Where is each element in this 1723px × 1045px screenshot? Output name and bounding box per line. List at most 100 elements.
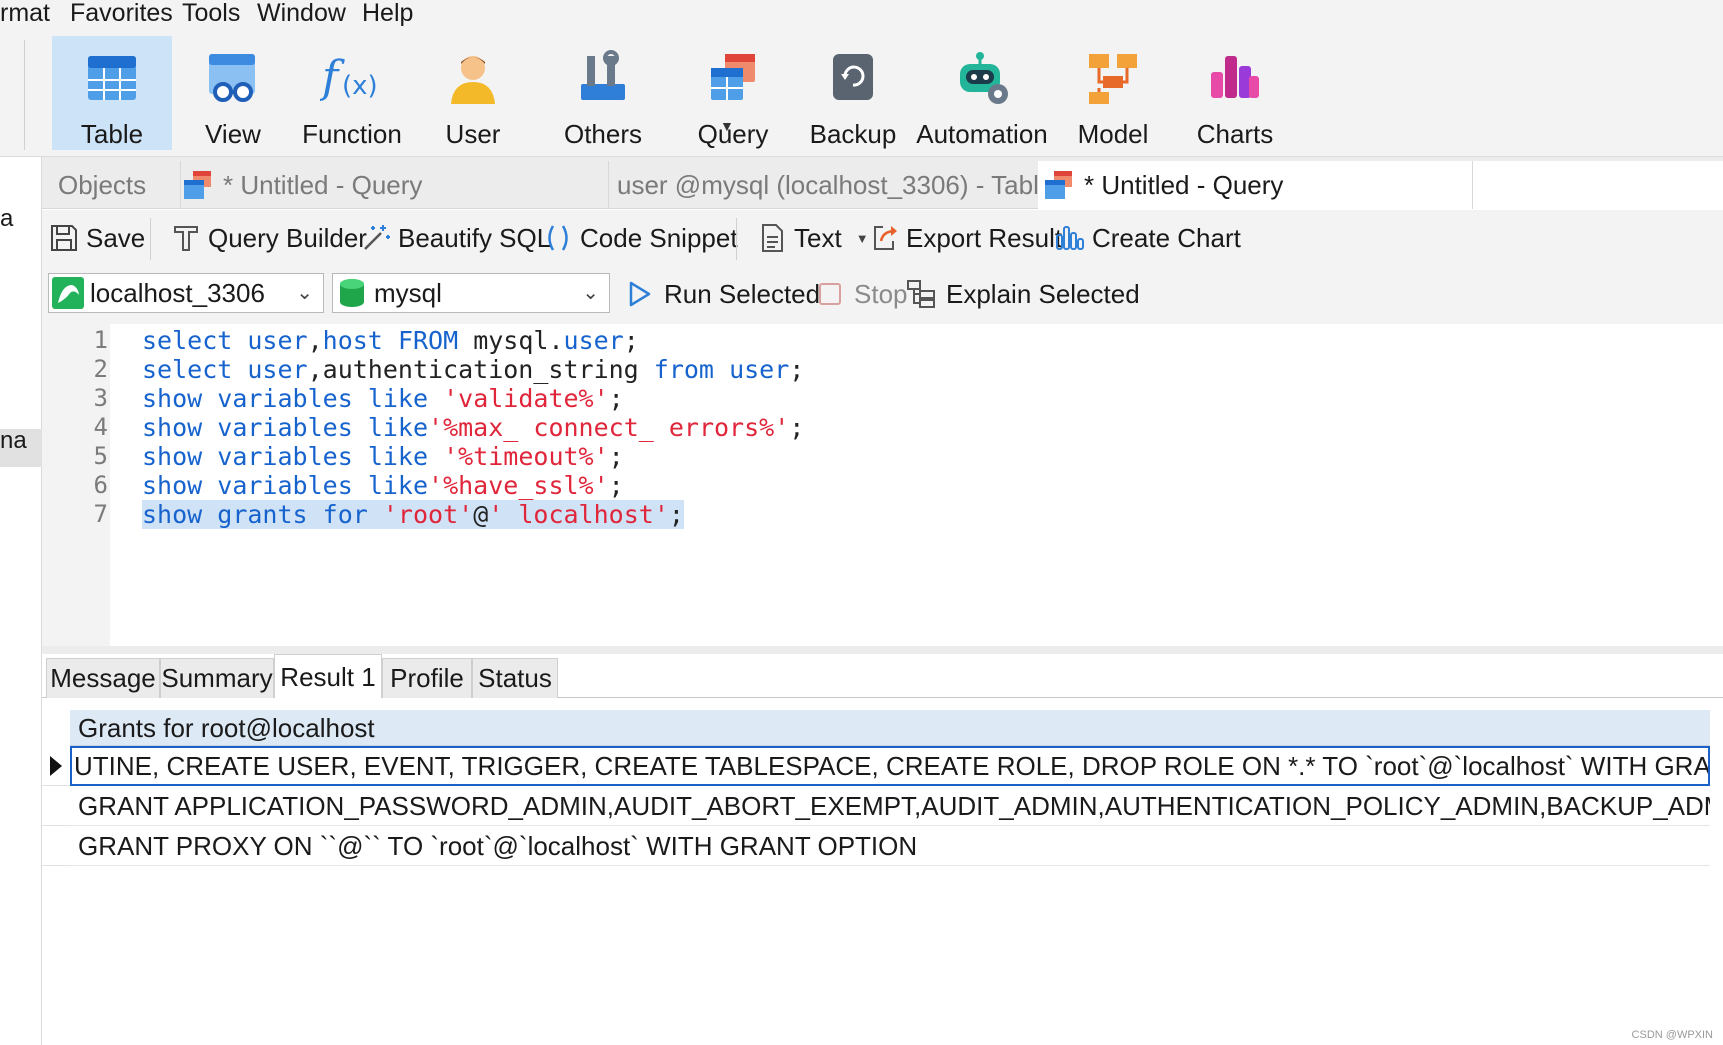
code-line[interactable]: select user,authentication_string from u… bbox=[142, 355, 804, 384]
sql-keyword: show bbox=[142, 442, 203, 471]
row-selector[interactable] bbox=[42, 746, 70, 786]
result-grid[interactable]: Grants for root@localhost UTINE, CREATE … bbox=[42, 698, 1723, 1045]
sql-string: '%timeout%' bbox=[443, 442, 609, 471]
editor-result-splitter[interactable] bbox=[42, 646, 1723, 654]
row-selector[interactable] bbox=[42, 786, 70, 826]
tab-user-table[interactable]: user @mysql (localhost_3306) - Table bbox=[608, 161, 1038, 209]
result-tabs: Message Summary Result 1 Profile Status bbox=[42, 654, 1723, 699]
beautify-sql-label: Beautify SQL bbox=[398, 222, 552, 253]
play-icon bbox=[624, 278, 656, 310]
table-row[interactable]: GRANT PROXY ON ``@`` TO `root`@`localhos… bbox=[70, 826, 1710, 866]
sql-text: ; bbox=[623, 326, 639, 355]
code-line[interactable]: show grants for 'root'@' localhost'; bbox=[142, 500, 684, 529]
run-selected-label: Run Selected bbox=[664, 278, 821, 309]
sql-keyword: show bbox=[142, 471, 203, 500]
ribbon-model-button[interactable]: Model bbox=[1058, 36, 1168, 150]
row-selector[interactable] bbox=[42, 826, 70, 866]
create-chart-button[interactable]: Create Chart bbox=[1054, 218, 1241, 258]
menu-favorites[interactable]: Favorites bbox=[70, 0, 173, 26]
view-icon bbox=[201, 46, 265, 109]
chart-icon bbox=[1054, 222, 1086, 254]
navigator-item-fragment[interactable]: a bbox=[0, 205, 13, 233]
export-result-button[interactable]: Export Result bbox=[868, 218, 1062, 258]
text-dropdown-button[interactable]: Text ▼ bbox=[756, 218, 869, 258]
tab-untitled-query-2[interactable]: * Untitled - Query bbox=[1038, 161, 1472, 209]
menu-help[interactable]: Help bbox=[362, 0, 413, 26]
sql-keyword: like bbox=[367, 442, 429, 471]
connection-select[interactable]: localhost_3306 ⌄ bbox=[48, 273, 324, 313]
sql-keyword: from bbox=[653, 355, 714, 384]
automation-icon bbox=[950, 46, 1014, 109]
column-header-grants[interactable]: Grants for root@localhost bbox=[70, 710, 1710, 746]
tab-label: * Untitled - Query bbox=[1084, 169, 1284, 200]
export-result-label: Export Result bbox=[906, 222, 1063, 253]
ribbon-automation-button[interactable]: Automation bbox=[912, 36, 1052, 150]
ribbon-query-button[interactable]: Query bbox=[678, 36, 788, 150]
ribbon-others-button[interactable]: Others bbox=[548, 36, 658, 150]
query-builder-button[interactable]: Query Builder bbox=[170, 218, 367, 258]
sql-keyword: FROM bbox=[397, 326, 459, 355]
ribbon-view-button[interactable]: View bbox=[178, 36, 288, 150]
query-icon bbox=[184, 171, 211, 199]
sql-keyword: like bbox=[367, 413, 429, 442]
code-line[interactable]: show variables like'%max_ connect_ error… bbox=[142, 413, 804, 442]
beautify-sql-button[interactable]: Beautify SQL bbox=[360, 218, 551, 258]
menu-format[interactable]: rmat bbox=[0, 0, 50, 26]
sql-editor[interactable]: 1234567 select user,host FROM mysql.user… bbox=[42, 324, 1723, 646]
stop-button[interactable]: Stop bbox=[814, 274, 908, 314]
sql-keyword: user bbox=[563, 326, 624, 355]
database-select[interactable]: mysql ⌄ bbox=[332, 273, 610, 313]
sql-keyword: grants bbox=[217, 500, 308, 529]
current-row-indicator-icon bbox=[50, 756, 62, 776]
mysql-connection-icon bbox=[52, 277, 84, 309]
sql-text: ; bbox=[608, 442, 624, 471]
ribbon-backup-button[interactable]: Backup bbox=[798, 36, 908, 150]
sql-text: ; bbox=[789, 413, 805, 442]
sql-string: 'validate%' bbox=[443, 384, 609, 413]
ribbon-others-label: Others bbox=[563, 119, 643, 149]
tab-result-1[interactable]: Result 1 bbox=[274, 654, 382, 699]
sql-string: ' localhost' bbox=[488, 500, 669, 529]
line-number: 5 bbox=[93, 442, 108, 470]
navigator-panel[interactable]: a na bbox=[0, 157, 42, 1045]
code-line[interactable]: show variables like '%timeout%'; bbox=[142, 442, 624, 471]
tab-status[interactable]: Status bbox=[472, 658, 558, 698]
tab-objects[interactable]: Objects bbox=[58, 161, 168, 209]
save-button[interactable]: Save bbox=[48, 218, 145, 258]
ribbon-charts-button[interactable]: Charts bbox=[1180, 36, 1290, 150]
tab-untitled-query-1[interactable]: * Untitled - Query bbox=[180, 161, 600, 209]
tab-strip-empty bbox=[1472, 161, 1723, 209]
line-number: 4 bbox=[93, 413, 108, 441]
ribbon-function-button[interactable]: f (x) Function bbox=[292, 36, 412, 150]
ribbon-table-button[interactable]: Table bbox=[52, 36, 172, 150]
code-line[interactable]: show variables like'%have_ssl%'; bbox=[142, 471, 624, 500]
run-selected-button[interactable]: Run Selected bbox=[624, 274, 820, 314]
tab-message[interactable]: Message bbox=[46, 658, 160, 698]
ribbon-user-button[interactable]: User bbox=[418, 36, 528, 150]
tab-summary[interactable]: Summary bbox=[160, 658, 274, 698]
code-line[interactable]: select user,host FROM mysql.user; bbox=[142, 326, 639, 355]
code-line[interactable]: show variables like 'validate%'; bbox=[142, 384, 624, 413]
explain-selected-button[interactable]: Explain Selected bbox=[906, 274, 1140, 314]
charts-icon bbox=[1203, 46, 1267, 109]
function-icon: f (x) bbox=[320, 46, 384, 109]
menu-window[interactable]: Window bbox=[257, 0, 346, 26]
table-row[interactable]: GRANT APPLICATION_PASSWORD_ADMIN,AUDIT_A… bbox=[70, 786, 1710, 826]
menu-tools[interactable]: Tools bbox=[182, 0, 240, 26]
query-icon bbox=[1045, 171, 1072, 199]
navigator-item-fragment[interactable]: na bbox=[0, 427, 27, 455]
connection-toolbar: localhost_3306 ⌄ mysql ⌄ Run Selected St… bbox=[42, 266, 1723, 324]
magic-wand-icon bbox=[360, 222, 392, 254]
tab-profile[interactable]: Profile bbox=[382, 658, 472, 698]
table-row[interactable]: UTINE, CREATE USER, EVENT, TRIGGER, CREA… bbox=[70, 746, 1710, 786]
code-snippet-button[interactable]: Code Snippet bbox=[542, 218, 738, 258]
create-chart-label: Create Chart bbox=[1092, 222, 1241, 253]
tab-label: * Untitled - Query bbox=[223, 169, 423, 200]
tab-label: Objects bbox=[58, 169, 147, 200]
